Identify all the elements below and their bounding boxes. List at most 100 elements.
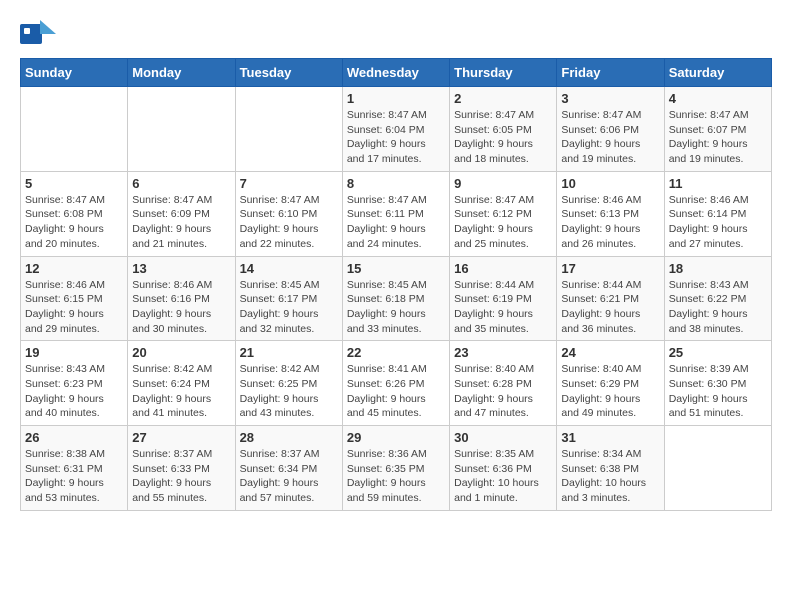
calendar-cell [128, 87, 235, 172]
day-info: Sunrise: 8:39 AMSunset: 6:30 PMDaylight:… [669, 362, 767, 421]
week-row-4: 19 Sunrise: 8:43 AMSunset: 6:23 PMDayligh… [21, 341, 772, 426]
day-number: 7 [240, 176, 338, 191]
day-info: Sunrise: 8:47 AMSunset: 6:07 PMDaylight:… [669, 108, 767, 167]
calendar-cell: 7 Sunrise: 8:47 AMSunset: 6:10 PMDaylight… [235, 171, 342, 256]
calendar-cell [664, 426, 771, 511]
calendar-cell: 25 Sunrise: 8:39 AMSunset: 6:30 PMDayligh… [664, 341, 771, 426]
day-number: 11 [669, 176, 767, 191]
day-number: 9 [454, 176, 552, 191]
calendar-cell: 8 Sunrise: 8:47 AMSunset: 6:11 PMDaylight… [342, 171, 449, 256]
calendar-table: SundayMondayTuesdayWednesdayThursdayFrid… [20, 58, 772, 511]
day-info: Sunrise: 8:40 AMSunset: 6:29 PMDaylight:… [561, 362, 659, 421]
calendar-cell: 30Sunrise: 8:35 AMSunset: 6:36 PMDayligh… [450, 426, 557, 511]
day-number: 4 [669, 91, 767, 106]
day-info: Sunrise: 8:47 AMSunset: 6:05 PMDaylight:… [454, 108, 552, 167]
day-number: 29 [347, 430, 445, 445]
day-header-thursday: Thursday [450, 59, 557, 87]
day-number: 5 [25, 176, 123, 191]
day-header-friday: Friday [557, 59, 664, 87]
day-number: 8 [347, 176, 445, 191]
day-info: Sunrise: 8:43 AMSunset: 6:23 PMDaylight:… [25, 362, 123, 421]
calendar-cell: 10 Sunrise: 8:46 AMSunset: 6:13 PMDayligh… [557, 171, 664, 256]
day-info: Sunrise: 8:47 AMSunset: 6:04 PMDaylight:… [347, 108, 445, 167]
day-info: Sunrise: 8:46 AMSunset: 6:15 PMDaylight:… [25, 278, 123, 337]
day-number: 14 [240, 261, 338, 276]
day-number: 28 [240, 430, 338, 445]
day-info: Sunrise: 8:45 AMSunset: 6:17 PMDaylight:… [240, 278, 338, 337]
day-number: 2 [454, 91, 552, 106]
day-number: 30 [454, 430, 552, 445]
calendar-cell: 11 Sunrise: 8:46 AMSunset: 6:14 PMDayligh… [664, 171, 771, 256]
calendar-cell: 5 Sunrise: 8:47 AMSunset: 6:08 PMDaylight… [21, 171, 128, 256]
day-info: Sunrise: 8:46 AMSunset: 6:14 PMDaylight:… [669, 193, 767, 252]
week-row-3: 12 Sunrise: 8:46 AMSunset: 6:15 PMDayligh… [21, 256, 772, 341]
day-number: 23 [454, 345, 552, 360]
day-info: Sunrise: 8:43 AMSunset: 6:22 PMDaylight:… [669, 278, 767, 337]
calendar-cell: 17 Sunrise: 8:44 AMSunset: 6:21 PMDayligh… [557, 256, 664, 341]
day-header-monday: Monday [128, 59, 235, 87]
calendar-cell: 26 Sunrise: 8:38 AMSunset: 6:31 PMDayligh… [21, 426, 128, 511]
day-number: 13 [132, 261, 230, 276]
calendar-cell: 31Sunrise: 8:34 AMSunset: 6:38 PMDayligh… [557, 426, 664, 511]
day-number: 24 [561, 345, 659, 360]
calendar-cell: 27Sunrise: 8:37 AMSunset: 6:33 PMDayligh… [128, 426, 235, 511]
day-info: Sunrise: 8:38 AMSunset: 6:31 PMDaylight:… [25, 447, 123, 506]
day-info: Sunrise: 8:47 AMSunset: 6:11 PMDaylight:… [347, 193, 445, 252]
day-number: 15 [347, 261, 445, 276]
day-header-tuesday: Tuesday [235, 59, 342, 87]
calendar-cell: 18 Sunrise: 8:43 AMSunset: 6:22 PMDayligh… [664, 256, 771, 341]
calendar-cell: 24 Sunrise: 8:40 AMSunset: 6:29 PMDayligh… [557, 341, 664, 426]
day-info: Sunrise: 8:37 AMSunset: 6:34 PMDaylight:… [240, 447, 338, 506]
logo-icon [20, 20, 56, 48]
day-info: Sunrise: 8:44 AMSunset: 6:19 PMDaylight:… [454, 278, 552, 337]
day-info: Sunrise: 8:40 AMSunset: 6:28 PMDaylight:… [454, 362, 552, 421]
calendar-cell: 22Sunrise: 8:41 AMSunset: 6:26 PMDayligh… [342, 341, 449, 426]
day-info: Sunrise: 8:36 AMSunset: 6:35 PMDaylight:… [347, 447, 445, 506]
day-info: Sunrise: 8:45 AMSunset: 6:18 PMDaylight:… [347, 278, 445, 337]
week-row-2: 5 Sunrise: 8:47 AMSunset: 6:08 PMDaylight… [21, 171, 772, 256]
day-number: 18 [669, 261, 767, 276]
day-number: 3 [561, 91, 659, 106]
calendar-cell [21, 87, 128, 172]
day-info: Sunrise: 8:42 AMSunset: 6:24 PMDaylight:… [132, 362, 230, 421]
logo [20, 20, 60, 48]
calendar-cell: 6Sunrise: 8:47 AMSunset: 6:09 PMDaylight… [128, 171, 235, 256]
calendar-cell: 2 Sunrise: 8:47 AMSunset: 6:05 PMDaylight… [450, 87, 557, 172]
calendar-cell: 20Sunrise: 8:42 AMSunset: 6:24 PMDayligh… [128, 341, 235, 426]
day-info: Sunrise: 8:42 AMSunset: 6:25 PMDaylight:… [240, 362, 338, 421]
week-row-5: 26 Sunrise: 8:38 AMSunset: 6:31 PMDayligh… [21, 426, 772, 511]
days-header-row: SundayMondayTuesdayWednesdayThursdayFrid… [21, 59, 772, 87]
calendar-cell: 15 Sunrise: 8:45 AMSunset: 6:18 PMDayligh… [342, 256, 449, 341]
calendar-cell: 3 Sunrise: 8:47 AMSunset: 6:06 PMDaylight… [557, 87, 664, 172]
day-info: Sunrise: 8:46 AMSunset: 6:13 PMDaylight:… [561, 193, 659, 252]
calendar-cell [235, 87, 342, 172]
calendar-cell: 9 Sunrise: 8:47 AMSunset: 6:12 PMDaylight… [450, 171, 557, 256]
day-number: 6 [132, 176, 230, 191]
calendar-cell: 23 Sunrise: 8:40 AMSunset: 6:28 PMDayligh… [450, 341, 557, 426]
day-number: 21 [240, 345, 338, 360]
day-number: 10 [561, 176, 659, 191]
header [20, 20, 772, 48]
calendar-cell: 19 Sunrise: 8:43 AMSunset: 6:23 PMDayligh… [21, 341, 128, 426]
day-header-wednesday: Wednesday [342, 59, 449, 87]
calendar-cell: 16Sunrise: 8:44 AMSunset: 6:19 PMDayligh… [450, 256, 557, 341]
day-number: 12 [25, 261, 123, 276]
day-info: Sunrise: 8:47 AMSunset: 6:08 PMDaylight:… [25, 193, 123, 252]
day-info: Sunrise: 8:34 AMSunset: 6:38 PMDaylight:… [561, 447, 659, 506]
day-info: Sunrise: 8:47 AMSunset: 6:10 PMDaylight:… [240, 193, 338, 252]
day-info: Sunrise: 8:41 AMSunset: 6:26 PMDaylight:… [347, 362, 445, 421]
day-info: Sunrise: 8:47 AMSunset: 6:06 PMDaylight:… [561, 108, 659, 167]
calendar-cell: 13Sunrise: 8:46 AMSunset: 6:16 PMDayligh… [128, 256, 235, 341]
day-number: 27 [132, 430, 230, 445]
calendar-cell: 28 Sunrise: 8:37 AMSunset: 6:34 PMDayligh… [235, 426, 342, 511]
day-info: Sunrise: 8:44 AMSunset: 6:21 PMDaylight:… [561, 278, 659, 337]
calendar-cell: 12 Sunrise: 8:46 AMSunset: 6:15 PMDayligh… [21, 256, 128, 341]
calendar-cell: 21 Sunrise: 8:42 AMSunset: 6:25 PMDayligh… [235, 341, 342, 426]
day-number: 25 [669, 345, 767, 360]
day-number: 17 [561, 261, 659, 276]
day-number: 26 [25, 430, 123, 445]
calendar-cell: 4 Sunrise: 8:47 AMSunset: 6:07 PMDaylight… [664, 87, 771, 172]
day-header-saturday: Saturday [664, 59, 771, 87]
day-info: Sunrise: 8:47 AMSunset: 6:12 PMDaylight:… [454, 193, 552, 252]
day-number: 19 [25, 345, 123, 360]
